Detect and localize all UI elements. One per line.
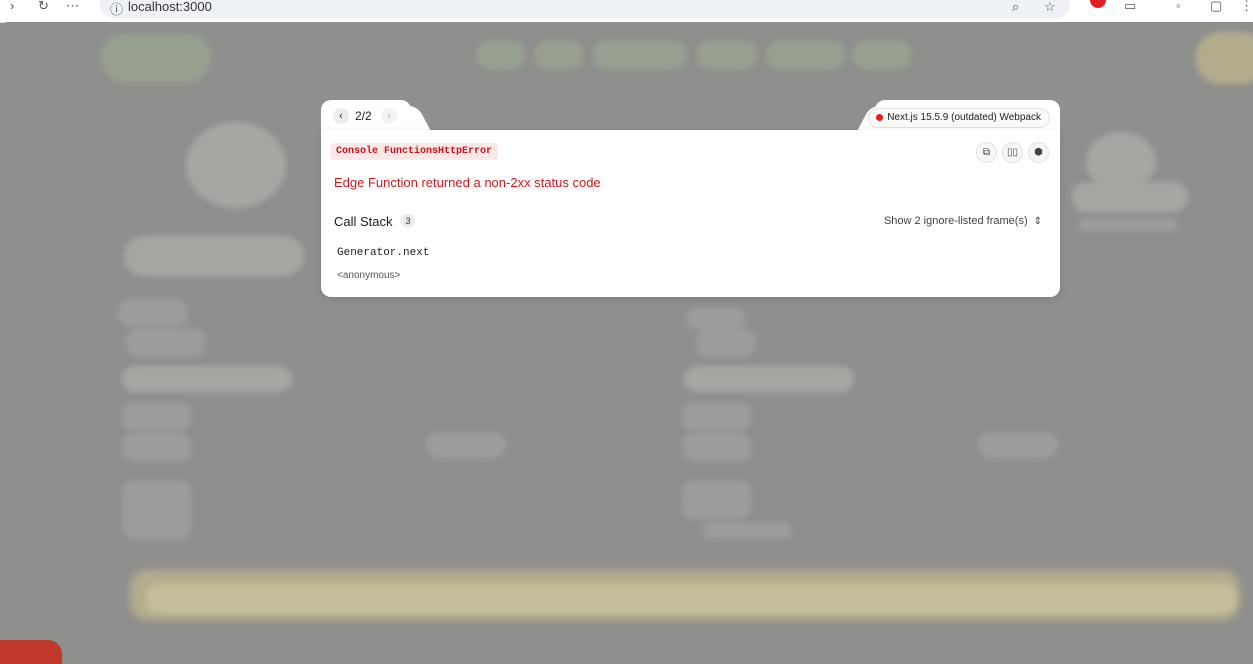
backdrop-banner-inner [146, 584, 1236, 614]
chevron-up-down-icon: ⇕ [1033, 216, 1042, 227]
error-type-badge: Console FunctionsHttpError [330, 143, 499, 160]
backdrop-text [122, 432, 192, 462]
version-badge[interactable]: Next.js 15.5.9 (outdated) Webpack [868, 108, 1050, 128]
forward-icon[interactable]: › [10, 0, 14, 13]
call-stack-title: Call Stack [334, 214, 393, 229]
apps-icon[interactable]: ⋯ [66, 0, 79, 14]
browser-toolbar: › ↻ ⋯ ⓘ localhost:3000 ⌕ ☆ ▭ ◦ ▢ ⋮ [0, 0, 1253, 23]
dev-tools-indicator[interactable] [0, 640, 62, 664]
backdrop-text [126, 328, 206, 358]
version-tab: Next.js 15.5.9 (outdated) Webpack [868, 100, 1060, 133]
backdrop-text [682, 480, 752, 520]
next-error-button[interactable]: › [381, 108, 397, 124]
backdrop-text [684, 366, 854, 392]
error-message: Edge Function returned a non-2xx status … [334, 175, 601, 190]
backdrop-cta [1196, 32, 1253, 84]
reload-icon[interactable]: ↻ [38, 0, 49, 14]
url-text: localhost:3000 [128, 0, 212, 14]
version-label: Next.js 15.5.9 (outdated) Webpack [887, 112, 1041, 123]
backdrop-avatar [186, 122, 286, 208]
backdrop-text [426, 432, 506, 458]
backdrop-text [118, 298, 188, 328]
version-status-dot [876, 114, 884, 121]
copy-icon[interactable]: ⧉ [976, 142, 997, 163]
backdrop-nav-item [592, 40, 687, 70]
backdrop-nav-item [766, 40, 846, 70]
backdrop-text [682, 402, 752, 432]
backdrop-logo [101, 34, 211, 82]
backdrop-text [122, 480, 192, 540]
stack-frame-function[interactable]: Generator.next [337, 247, 429, 259]
nodejs-icon[interactable]: ⬢ [1028, 142, 1049, 163]
prev-error-button[interactable]: ‹ [333, 108, 349, 124]
docs-book-icon[interactable]: ▯▯ [1002, 142, 1023, 163]
extension-icon[interactable] [1090, 0, 1106, 8]
backdrop-label [1078, 218, 1178, 232]
error-card: Console FunctionsHttpError ⧉ ▯▯ ⬢ Edge F… [321, 130, 1060, 297]
backdrop-nav-item [476, 40, 526, 70]
backdrop-nav-item [696, 40, 758, 70]
backdrop-text [122, 366, 292, 392]
backdrop-text [702, 522, 792, 538]
extensions-puzzle-icon[interactable]: ▭ [1124, 0, 1136, 14]
stack-frame-location: <anonymous> [337, 270, 401, 281]
error-pager-tab: ‹ 2/2 › [321, 100, 411, 133]
zoom-icon[interactable]: ⌕ [1012, 0, 1019, 15]
backdrop-nav-item [852, 40, 912, 70]
backdrop-title [124, 236, 304, 276]
show-ignored-frames-label: Show 2 ignore-listed frame(s) [883, 215, 1028, 227]
error-pager: 2/2 [355, 109, 372, 123]
backdrop-text [686, 308, 746, 330]
backdrop-nav-item [534, 40, 584, 70]
backdrop-text [978, 432, 1058, 458]
profile-icon[interactable]: ◦ [1176, 0, 1181, 13]
backdrop-text [122, 402, 192, 432]
bookmark-star-icon[interactable]: ☆ [1044, 0, 1056, 15]
sidebar-icon[interactable]: ▢ [1210, 0, 1222, 14]
backdrop-text [696, 328, 756, 358]
menu-icon[interactable]: ⋮ [1240, 0, 1253, 14]
address-bar[interactable]: ⓘ localhost:3000 ⌕ ☆ [100, 0, 1070, 18]
backdrop-label [1072, 182, 1188, 212]
show-ignored-frames-toggle[interactable]: Show 2 ignore-listed frame(s) ⇕ [884, 215, 1042, 227]
site-info-icon[interactable]: ⓘ [110, 0, 123, 18]
backdrop-text [682, 432, 752, 462]
error-overlay: ‹ 2/2 › Next.js 15.5.9 (outdated) Webpac… [321, 100, 1060, 297]
call-stack-count: 3 [401, 214, 415, 228]
